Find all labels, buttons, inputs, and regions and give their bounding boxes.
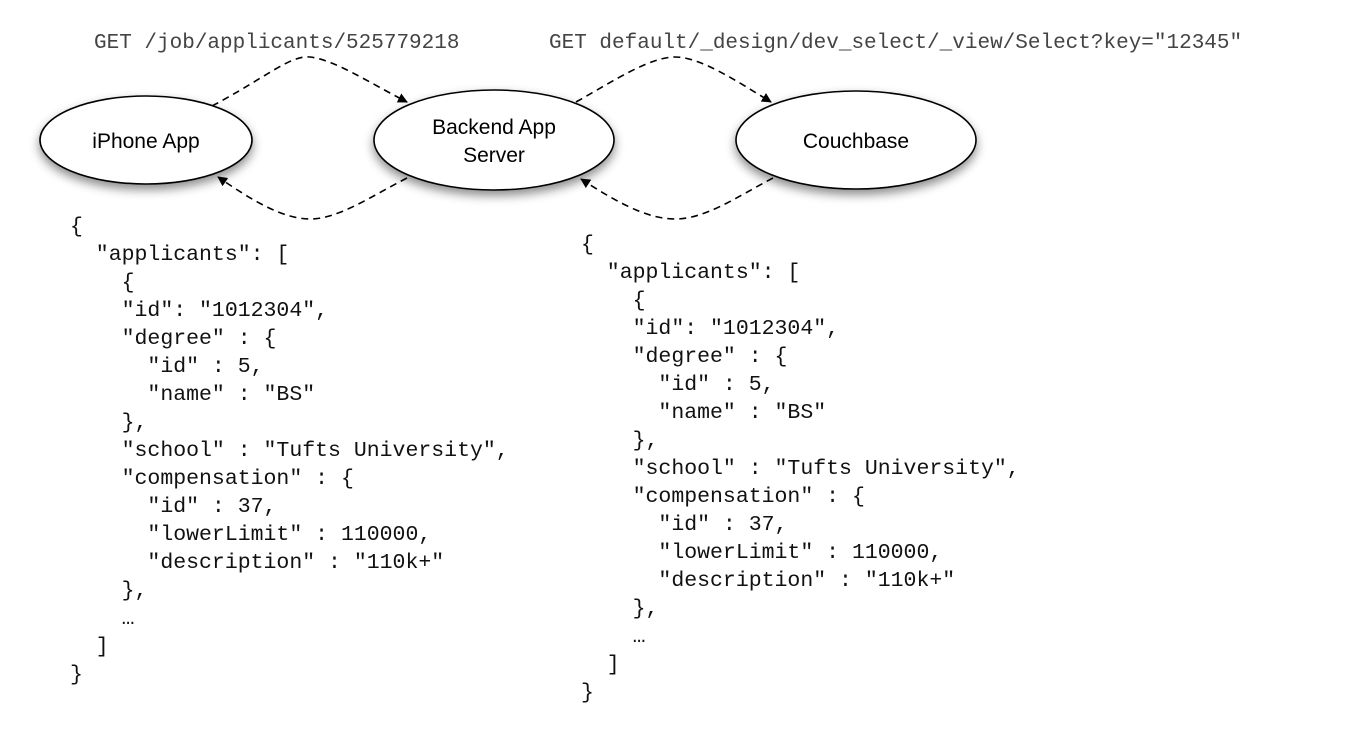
json-line: } <box>70 663 83 687</box>
response-json-db-to-server: { "applicants": [ { "id": "1012304", "de… <box>581 231 1020 707</box>
json-line: ] <box>581 653 620 677</box>
json-line: … <box>70 607 135 631</box>
json-line: "description" : "110k+" <box>581 569 956 593</box>
json-line: { <box>581 233 594 257</box>
node-couchbase-label: Couchbase <box>803 130 909 153</box>
json-line: "applicants": [ <box>581 261 801 285</box>
response-arrow-db-to-server <box>580 177 774 220</box>
json-line: "name" : "BS" <box>70 383 316 407</box>
json-line: }, <box>70 579 148 603</box>
request-arrow-client-to-server <box>211 56 408 107</box>
json-line: "id": "1012304", <box>581 317 840 341</box>
node-iphone-app: iPhone App <box>39 95 253 185</box>
json-line: "name" : "BS" <box>581 401 827 425</box>
json-line: "degree" : { <box>70 327 277 351</box>
json-line: … <box>581 625 646 649</box>
node-backend-label-line1: Backend App <box>432 116 556 139</box>
request-label-client-to-server: GET /job/applicants/525779218 <box>94 32 460 55</box>
json-line: "id" : 5, <box>581 373 775 397</box>
response-json-server-to-client: { "applicants": [ { "id": "1012304", "de… <box>70 213 509 689</box>
json-line: "compensation" : { <box>581 485 865 509</box>
json-line: "id" : 37, <box>581 513 788 537</box>
json-line: "id" : 5, <box>70 355 264 379</box>
node-backend-label-line2: Server <box>463 144 525 167</box>
json-line: "school" : "Tufts University", <box>581 457 1020 481</box>
request-label-server-to-db: GET default/_design/dev_select/_view/Sel… <box>549 32 1243 55</box>
json-line: { <box>581 289 646 313</box>
json-line: { <box>70 215 83 239</box>
json-line: { <box>70 271 135 295</box>
json-line: "lowerLimit" : 110000, <box>70 523 432 547</box>
json-line: "degree" : { <box>581 345 788 369</box>
json-line: "compensation" : { <box>70 467 354 491</box>
json-line: }, <box>581 429 659 453</box>
json-line: } <box>581 681 594 705</box>
node-backend-app-server: Backend App Server <box>373 89 615 191</box>
json-line: "id" : 37, <box>70 495 277 519</box>
json-line: "id": "1012304", <box>70 299 329 323</box>
json-line: }, <box>581 597 659 621</box>
json-line: "school" : "Tufts University", <box>70 439 509 463</box>
request-arrow-server-to-db <box>575 56 772 103</box>
json-line: "lowerLimit" : 110000, <box>581 541 943 565</box>
json-line: "applicants": [ <box>70 243 290 267</box>
node-iphone-app-label: iPhone App <box>92 130 199 153</box>
json-line: ] <box>70 635 109 659</box>
json-line: }, <box>70 411 148 435</box>
json-line: "description" : "110k+" <box>70 551 445 575</box>
node-couchbase: Couchbase <box>735 90 977 190</box>
